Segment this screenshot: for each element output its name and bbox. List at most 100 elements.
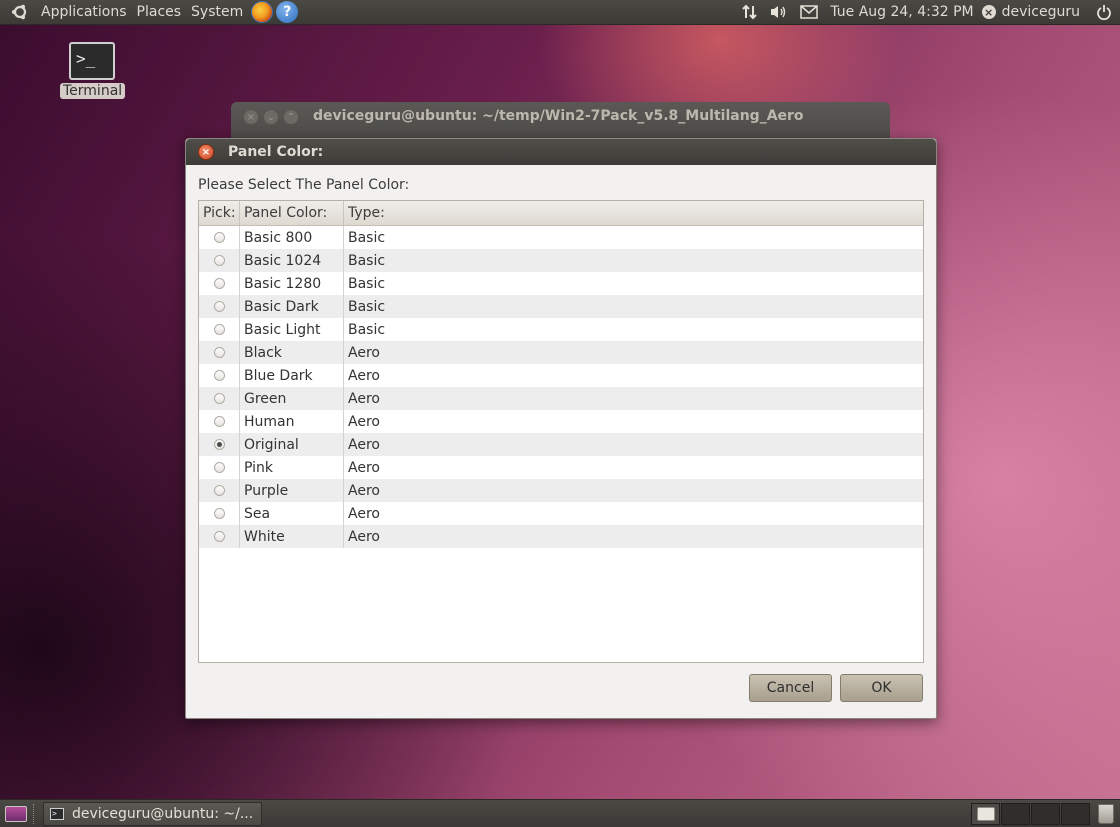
pick-cell bbox=[199, 479, 240, 502]
desktop-terminal[interactable]: >_ Terminal bbox=[60, 42, 126, 99]
list-row[interactable]: Blue Dark Aero bbox=[199, 364, 923, 387]
list-row[interactable]: Basic Dark Basic bbox=[199, 295, 923, 318]
type-cell: Aero bbox=[348, 459, 380, 476]
list-row[interactable]: Black Aero bbox=[199, 341, 923, 364]
window-controls: × ⌄ ⌃ bbox=[243, 109, 299, 125]
pick-cell bbox=[199, 364, 240, 387]
firefox-icon[interactable] bbox=[251, 1, 274, 23]
pick-radio[interactable] bbox=[213, 485, 225, 496]
network-arrows-icon[interactable] bbox=[742, 4, 758, 20]
workspace-1[interactable] bbox=[971, 802, 1000, 825]
list-row[interactable]: White Aero bbox=[199, 525, 923, 548]
workspace-2[interactable] bbox=[1001, 802, 1030, 825]
bottom-panel: > deviceguru@ubuntu: ~/... bbox=[0, 799, 1120, 827]
clock[interactable]: Tue Aug 24, 4:32 PM bbox=[830, 4, 973, 20]
close-icon[interactable]: × bbox=[243, 109, 259, 125]
panel-color-cell: Human bbox=[240, 410, 344, 433]
pick-radio[interactable] bbox=[213, 324, 225, 335]
pick-cell bbox=[199, 410, 240, 433]
power-icon[interactable] bbox=[1096, 4, 1112, 20]
pick-cell bbox=[199, 433, 240, 456]
list-row[interactable]: Human Aero bbox=[199, 410, 923, 433]
pick-radio[interactable] bbox=[213, 393, 225, 404]
maximize-icon[interactable]: ⌃ bbox=[283, 109, 299, 125]
show-desktop-icon[interactable] bbox=[5, 805, 27, 822]
pick-radio[interactable] bbox=[213, 462, 225, 473]
panel-color-cell: Sea bbox=[240, 502, 344, 525]
top-panel: Applications Places System ? Tue Aug 24,… bbox=[0, 0, 1120, 25]
background-terminal-window[interactable]: × ⌄ ⌃ deviceguru@ubuntu: ~/temp/Win2-7Pa… bbox=[231, 102, 890, 142]
workspace-3[interactable] bbox=[1031, 802, 1060, 825]
column-header-pick[interactable]: Pick: bbox=[199, 201, 240, 225]
trash-icon[interactable] bbox=[1098, 803, 1114, 824]
background-window-title: deviceguru@ubuntu: ~/temp/Win2-7Pack_v5.… bbox=[313, 108, 804, 124]
list-row[interactable]: Purple Aero bbox=[199, 479, 923, 502]
workspace-4[interactable] bbox=[1061, 802, 1090, 825]
type-cell: Basic bbox=[348, 252, 386, 269]
type-cell: Aero bbox=[348, 436, 380, 453]
pick-cell bbox=[199, 318, 240, 341]
pick-radio[interactable] bbox=[213, 531, 225, 542]
pick-radio[interactable] bbox=[213, 508, 225, 519]
panel-color-cell: Basic 1024 bbox=[240, 249, 344, 272]
panel-color-cell: Black bbox=[240, 341, 344, 364]
speaker-icon[interactable] bbox=[770, 4, 788, 20]
pick-radio[interactable] bbox=[213, 232, 225, 243]
menu-applications[interactable]: Applications bbox=[36, 4, 132, 20]
panel-color-list[interactable]: Pick: Panel Color: Type: Basic 800 Basic B… bbox=[198, 200, 924, 663]
list-row[interactable]: Pink Aero bbox=[199, 456, 923, 479]
dialog-title: Panel Color: bbox=[228, 144, 324, 160]
panel-color-cell: White bbox=[240, 525, 344, 548]
dialog-titlebar[interactable]: × Panel Color: bbox=[186, 139, 936, 165]
list-rows: Basic 800 Basic Basic 1024 Basic Basic 1280 B… bbox=[199, 226, 923, 548]
menu-system[interactable]: System bbox=[186, 4, 248, 20]
panel-color-cell: Pink bbox=[240, 456, 344, 479]
user-menu[interactable]: × deviceguru bbox=[981, 4, 1080, 20]
taskbar-separator bbox=[33, 803, 39, 824]
top-panel-right: Tue Aug 24, 4:32 PM × deviceguru bbox=[736, 0, 1120, 25]
pick-cell bbox=[199, 341, 240, 364]
list-row[interactable]: Basic 1024 Basic bbox=[199, 249, 923, 272]
pick-radio[interactable] bbox=[213, 347, 225, 358]
pick-radio[interactable] bbox=[213, 278, 225, 289]
ubuntu-logo-icon[interactable] bbox=[10, 2, 30, 22]
ok-button[interactable]: OK bbox=[840, 674, 923, 702]
list-row[interactable]: Original Aero bbox=[199, 433, 923, 456]
close-icon[interactable]: × bbox=[198, 144, 214, 160]
panel-color-cell: Purple bbox=[240, 479, 344, 502]
list-row[interactable]: Basic 1280 Basic bbox=[199, 272, 923, 295]
panel-color-dialog: × Panel Color: Please Select The Panel C… bbox=[185, 138, 937, 719]
dialog-prompt: Please Select The Panel Color: bbox=[198, 177, 410, 193]
cancel-button[interactable]: Cancel bbox=[749, 674, 832, 702]
panel-color-cell: Original bbox=[240, 433, 344, 456]
envelope-icon[interactable] bbox=[800, 5, 819, 19]
user-status-icon: × bbox=[981, 5, 996, 19]
column-header-panel-color[interactable]: Panel Color: bbox=[240, 201, 344, 225]
pick-cell bbox=[199, 272, 240, 295]
pick-radio[interactable] bbox=[213, 255, 225, 266]
panel-color-cell: Basic Dark bbox=[240, 295, 344, 318]
pick-cell bbox=[199, 226, 240, 249]
taskbar-item-terminal[interactable]: > deviceguru@ubuntu: ~/... bbox=[43, 801, 263, 826]
list-header: Pick: Panel Color: Type: bbox=[199, 201, 923, 226]
pick-radio[interactable] bbox=[213, 370, 225, 381]
pick-radio[interactable] bbox=[213, 416, 225, 427]
column-header-type[interactable]: Type: bbox=[344, 201, 923, 225]
help-icon[interactable]: ? bbox=[276, 1, 299, 23]
pick-cell bbox=[199, 295, 240, 318]
menu-places[interactable]: Places bbox=[132, 4, 187, 20]
user-name: deviceguru bbox=[1001, 4, 1080, 20]
list-row[interactable]: Sea Aero bbox=[199, 502, 923, 525]
minimize-icon[interactable]: ⌄ bbox=[263, 109, 279, 125]
pick-radio[interactable] bbox=[213, 439, 225, 450]
taskbar-item-label: deviceguru@ubuntu: ~/... bbox=[72, 805, 254, 822]
list-row[interactable]: Green Aero bbox=[199, 387, 923, 410]
list-row[interactable]: Basic 800 Basic bbox=[199, 226, 923, 249]
workspace-switcher bbox=[971, 802, 1090, 825]
pick-cell bbox=[199, 502, 240, 525]
type-cell: Aero bbox=[348, 505, 380, 522]
list-row[interactable]: Basic Light Basic bbox=[199, 318, 923, 341]
panel-color-cell: Green bbox=[240, 387, 344, 410]
pick-radio[interactable] bbox=[213, 301, 225, 312]
type-cell: Aero bbox=[348, 344, 380, 361]
